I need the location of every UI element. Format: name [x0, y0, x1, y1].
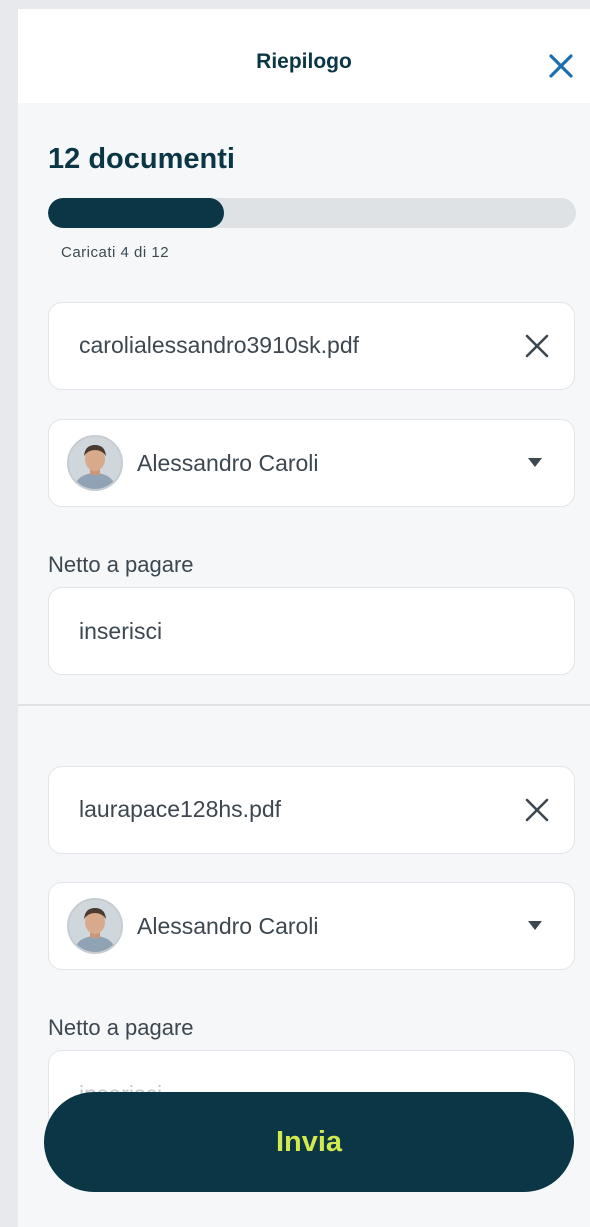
remove-file-button[interactable] — [522, 795, 552, 825]
upload-progress-fill — [48, 198, 224, 228]
close-icon — [525, 798, 549, 822]
document-divider — [18, 704, 590, 706]
assignee-name: Alessandro Caroli — [137, 913, 319, 939]
page-title: Riepilogo — [256, 50, 352, 73]
file-card: laurapace128hs.pdf — [48, 766, 575, 854]
assignee-name: Alessandro Caroli — [137, 450, 319, 476]
avatar — [67, 898, 123, 954]
remove-file-button[interactable] — [522, 331, 552, 361]
amount-input[interactable] — [48, 587, 575, 675]
chevron-down-icon — [528, 458, 542, 467]
close-button[interactable] — [544, 49, 578, 83]
chevron-down-icon — [528, 921, 542, 930]
upload-progress-bar — [48, 198, 576, 228]
documents-count-title: 12 documenti — [48, 143, 235, 175]
upload-progress-label: Caricati 4 di 12 — [61, 244, 170, 261]
assignee-select[interactable]: Alessandro Caroli — [48, 882, 575, 970]
person-icon — [69, 900, 121, 952]
assignee-select[interactable]: Alessandro Caroli — [48, 419, 575, 507]
file-card: carolialessandro3910sk.pdf — [48, 302, 575, 390]
avatar — [67, 435, 123, 491]
header: Riepilogo — [18, 9, 590, 103]
person-icon — [69, 437, 121, 489]
window-frame-left — [0, 0, 18, 1227]
file-name: carolialessandro3910sk.pdf — [79, 332, 360, 358]
close-icon — [549, 54, 573, 78]
submit-button[interactable]: Invia — [44, 1092, 574, 1192]
close-icon — [525, 334, 549, 358]
file-name: laurapace128hs.pdf — [79, 796, 282, 822]
amount-label: Netto a pagare — [48, 1015, 194, 1040]
amount-label: Netto a pagare — [48, 552, 194, 577]
window-frame-top — [0, 0, 590, 9]
summary-screen: Riepilogo 12 documenti Caricati 4 di 12 … — [18, 9, 590, 1227]
